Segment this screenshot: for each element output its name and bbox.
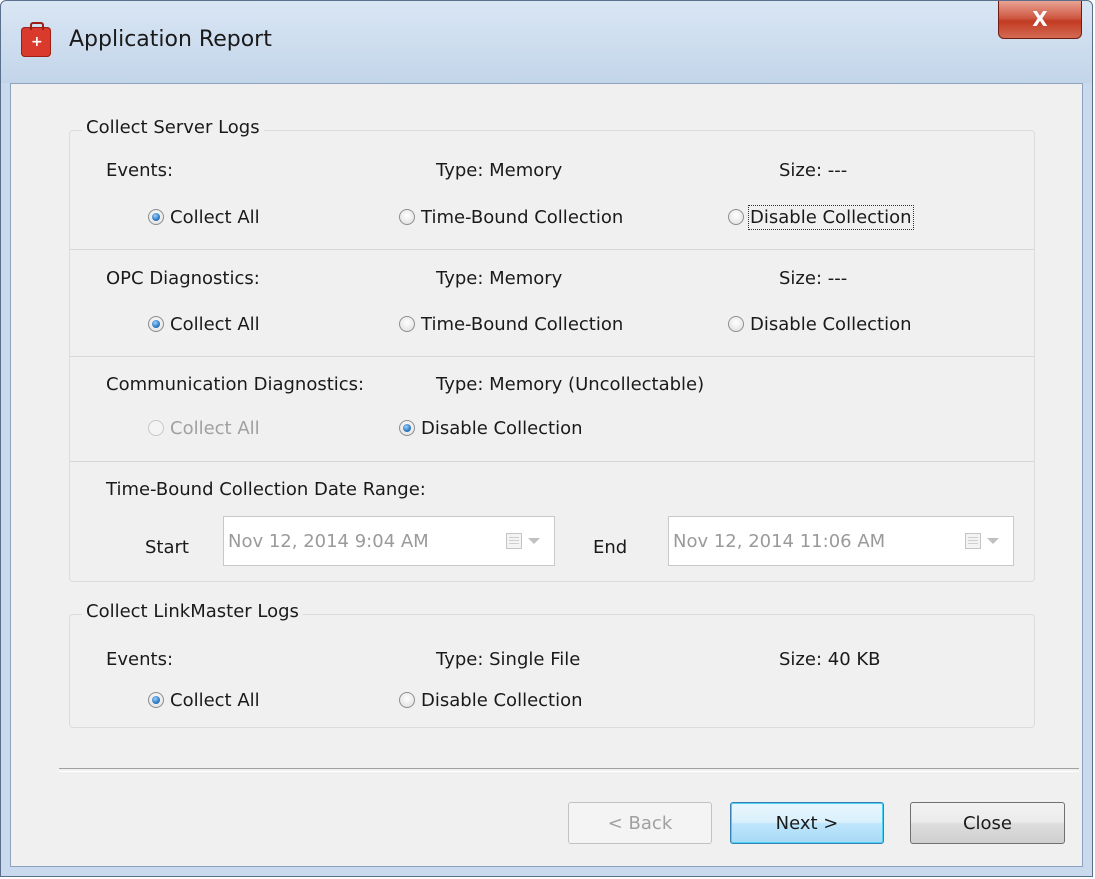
radio-label: Collect All [170,689,260,711]
communication-collect-all-radio: Collect All [148,415,260,441]
separator [70,356,1034,357]
radio-unselected-icon [728,209,744,225]
communication-diagnostics-label: Communication Diagnostics: [106,374,365,395]
radio-unselected-icon [728,316,744,332]
events-type: Type: Memory [436,160,563,181]
back-button[interactable]: < Back [568,802,712,844]
opc-time-bound-radio[interactable]: Time-Bound Collection [399,311,623,337]
communication-type: Type: Memory (Uncollectable) [436,374,705,395]
dialog-body: Collect Server Logs Events: Type: Memory… [10,83,1083,867]
radio-label: Disable Collection [750,313,912,335]
separator [70,249,1034,250]
linkmaster-disable-collection-radio[interactable]: Disable Collection [399,687,583,713]
radio-label: Collect All [170,206,260,228]
start-label: Start [145,537,189,558]
end-date-value: Nov 12, 2014 11:06 AM [673,530,886,552]
radio-label: Disable Collection [421,417,583,439]
close-button[interactable]: Close [910,802,1065,844]
footer-divider [59,768,1079,772]
next-button[interactable]: Next > [730,802,884,844]
back-button-label: < Back [607,812,673,834]
start-date-picker[interactable]: Nov 12, 2014 9:04 AM [223,516,555,566]
separator [70,461,1034,462]
calendar-icon [965,533,981,549]
communication-disable-collection-radio[interactable]: Disable Collection [399,415,583,441]
chevron-down-icon [987,538,999,544]
opc-disable-collection-radio[interactable]: Disable Collection [728,311,912,337]
events-size: Size: --- [779,160,848,181]
linkmaster-logs-group-title: Collect LinkMaster Logs [82,601,303,622]
radio-label: Time-Bound Collection [421,206,624,228]
linkmaster-events-size: Size: 40 KB [779,649,881,670]
date-range-label: Time-Bound Collection Date Range: [106,479,426,500]
server-logs-group-title: Collect Server Logs [82,117,264,138]
radio-selected-icon [148,209,164,225]
radio-unselected-icon [399,209,415,225]
radio-label: Collect All [170,313,260,335]
radio-unselected-icon [399,692,415,708]
radio-disabled-icon [148,420,164,436]
server-logs-group: Collect Server Logs [69,117,1035,582]
radio-selected-icon [399,420,415,436]
events-disable-collection-radio[interactable]: Disable Collection [728,204,914,230]
linkmaster-events-type: Type: Single File [436,649,581,670]
application-report-window: + Application Report X Collect Server Lo… [0,0,1093,877]
events-label: Events: [106,160,174,181]
opc-type: Type: Memory [436,268,563,289]
first-aid-kit-icon: + [21,22,51,57]
window-title: Application Report [69,27,272,52]
radio-unselected-icon [399,316,415,332]
radio-label: Collect All [170,417,260,439]
opc-diagnostics-label: OPC Diagnostics: [106,268,260,289]
end-date-picker[interactable]: Nov 12, 2014 11:06 AM [668,516,1014,566]
calendar-icon [506,533,522,549]
end-label: End [593,537,628,558]
close-window-button[interactable]: X [998,1,1082,39]
opc-size: Size: --- [779,268,848,289]
close-button-label: Close [962,812,1013,834]
next-button-label: Next > [775,812,839,834]
radio-selected-icon [148,316,164,332]
linkmaster-events-label: Events: [106,649,174,670]
chevron-down-icon [528,538,540,544]
linkmaster-collect-all-radio[interactable]: Collect All [148,687,260,713]
title-bar: + Application Report X [1,1,1092,83]
radio-label: Time-Bound Collection [421,313,624,335]
events-collect-all-radio[interactable]: Collect All [148,204,260,230]
radio-label: Disable Collection [421,689,583,711]
opc-collect-all-radio[interactable]: Collect All [148,311,260,337]
radio-selected-icon [148,692,164,708]
start-date-value: Nov 12, 2014 9:04 AM [228,530,429,552]
radio-label: Disable Collection [748,204,914,230]
events-time-bound-radio[interactable]: Time-Bound Collection [399,204,623,230]
